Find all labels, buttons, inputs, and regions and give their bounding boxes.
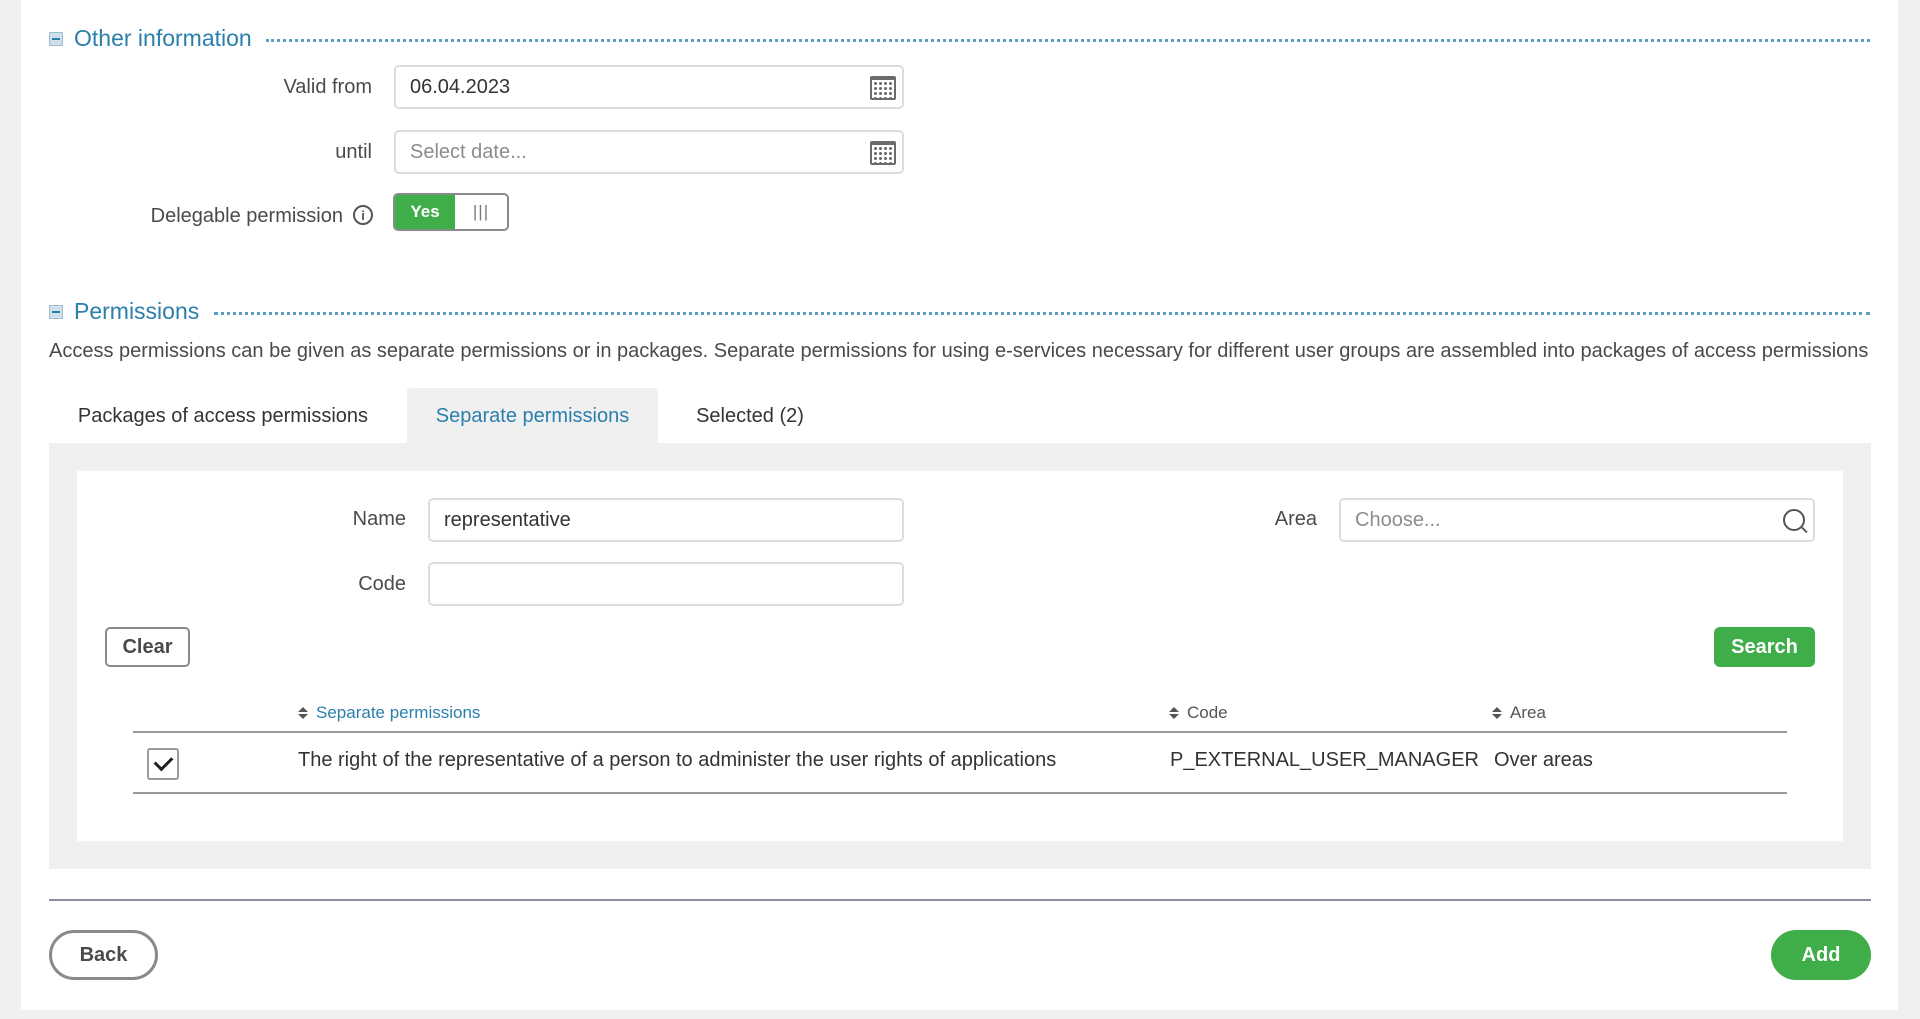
- column-header-label: Area: [1510, 703, 1546, 722]
- row-checkbox[interactable]: [147, 748, 179, 780]
- valid-from-label: Valid from: [283, 76, 372, 98]
- column-header-label: Separate permissions: [316, 703, 481, 722]
- calendar-icon[interactable]: [870, 141, 896, 165]
- sort-icon: [298, 707, 308, 719]
- tab-label: Separate permissions: [435, 404, 630, 427]
- until-label: until: [335, 141, 372, 163]
- valid-from-field[interactable]: 06.04.2023: [394, 65, 904, 109]
- permissions-header[interactable]: Permissions: [49, 298, 199, 325]
- until-placeholder: Select date...: [410, 140, 527, 163]
- name-field[interactable]: representative: [428, 498, 904, 542]
- name-value: representative: [444, 508, 571, 531]
- search-button[interactable]: Search: [1714, 627, 1815, 667]
- collapse-icon[interactable]: [49, 304, 63, 319]
- column-header-separate-permissions[interactable]: Separate permissions: [298, 703, 480, 723]
- permissions-description: Access permissions can be given as separ…: [49, 340, 1869, 362]
- clear-button-label: Clear: [122, 635, 173, 658]
- section-divider: [266, 39, 1870, 42]
- table-header-divider: [133, 731, 1787, 733]
- calendar-icon[interactable]: [870, 76, 896, 100]
- section-divider: [214, 312, 1870, 315]
- tab-label: Packages of access permissions: [77, 404, 369, 427]
- info-icon[interactable]: i: [353, 205, 373, 225]
- row-permission-code: P_EXTERNAL_USER_MANAGER: [1170, 749, 1479, 771]
- toggle-on-label: Yes: [395, 195, 455, 229]
- tab-label: Selected (2): [696, 404, 804, 427]
- collapse-icon[interactable]: [49, 31, 63, 46]
- code-field[interactable]: [428, 562, 904, 606]
- permissions-title: Permissions: [74, 298, 200, 324]
- footer-divider: [49, 899, 1871, 901]
- sort-icon: [1169, 707, 1179, 719]
- delegable-toggle[interactable]: Yes |||: [393, 193, 509, 231]
- toggle-handle-icon: |||: [472, 202, 490, 221]
- name-label: Name: [352, 508, 406, 530]
- column-header-area[interactable]: Area: [1492, 703, 1546, 723]
- area-label: Area: [1274, 508, 1317, 530]
- area-field[interactable]: Choose...: [1339, 498, 1815, 542]
- add-button-label: Add: [1801, 943, 1841, 966]
- back-button-label: Back: [79, 943, 128, 966]
- back-button[interactable]: Back: [49, 930, 158, 980]
- tab-separate-permissions[interactable]: Separate permissions: [407, 388, 658, 444]
- column-header-label: Code: [1187, 703, 1228, 722]
- other-info-title: Other information: [74, 25, 252, 51]
- code-label: Code: [358, 573, 406, 595]
- clear-button[interactable]: Clear: [105, 627, 190, 667]
- search-button-label: Search: [1731, 635, 1798, 658]
- tab-packages[interactable]: Packages of access permissions: [49, 388, 397, 444]
- add-button[interactable]: Add: [1771, 930, 1871, 980]
- until-field[interactable]: Select date...: [394, 130, 904, 174]
- area-placeholder: Choose...: [1355, 508, 1441, 531]
- column-header-code[interactable]: Code: [1169, 703, 1228, 723]
- other-info-header[interactable]: Other information: [49, 25, 252, 52]
- row-permission-name: The right of the representative of a per…: [298, 749, 1057, 771]
- tab-selected[interactable]: Selected (2): [668, 388, 832, 444]
- valid-from-value: 06.04.2023: [410, 75, 511, 98]
- table-row-divider: [133, 792, 1787, 794]
- row-permission-area: Over areas: [1494, 749, 1593, 771]
- delegable-label: Delegable permission: [150, 205, 343, 227]
- sort-icon: [1492, 707, 1502, 719]
- search-icon[interactable]: [1783, 509, 1805, 531]
